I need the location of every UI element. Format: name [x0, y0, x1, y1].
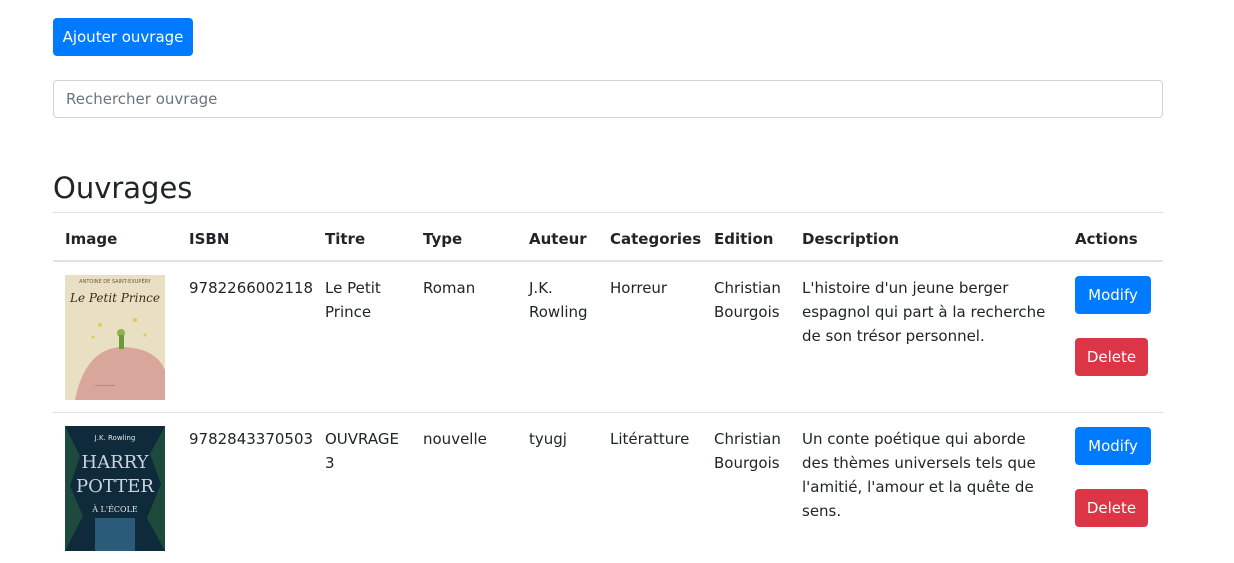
- delete-button[interactable]: Delete: [1075, 337, 1148, 376]
- modify-button[interactable]: Modify: [1075, 426, 1151, 465]
- svg-text:ANTOINE DE SAINT-EXUPÉRY: ANTOINE DE SAINT-EXUPÉRY: [79, 277, 152, 285]
- col-header-description: Description: [790, 212, 1063, 262]
- col-header-type: Type: [411, 212, 517, 262]
- table-header-row: Image ISBN Titre Type Auteur Categories …: [53, 212, 1163, 262]
- cell-description: L'histoire d'un jeune berger espagnol qu…: [790, 260, 1063, 412]
- table-row: ANTOINE DE SAINT-EXUPÉRY Le Petit Prince…: [53, 260, 1163, 412]
- cell-type: Roman: [411, 260, 517, 412]
- svg-text:POTTER: POTTER: [76, 476, 154, 497]
- col-header-image: Image: [53, 212, 177, 262]
- cell-image: ANTOINE DE SAINT-EXUPÉRY Le Petit Prince…: [53, 260, 177, 412]
- cell-titre: OUVRAGE 3: [313, 411, 411, 563]
- col-header-isbn: ISBN: [177, 212, 313, 262]
- cell-image: J.K. Rowling HARRY POTTER À L'ÉCOLE: [53, 411, 177, 563]
- col-header-actions: Actions: [1063, 212, 1163, 262]
- cell-isbn: 9782266002118: [177, 260, 313, 412]
- svg-text:Le Petit Prince: Le Petit Prince: [69, 291, 160, 305]
- col-header-titre: Titre: [313, 212, 411, 262]
- cell-description: Un conte poétique qui aborde des thèmes …: [790, 411, 1063, 563]
- ouvrages-table: Image ISBN Titre Type Auteur Categories …: [53, 212, 1163, 563]
- svg-text:J.K. Rowling: J.K. Rowling: [94, 434, 136, 442]
- book-cover-petit-prince: ANTOINE DE SAINT-EXUPÉRY Le Petit Prince…: [65, 274, 165, 400]
- cell-edition: Christian Bourgois: [702, 260, 790, 412]
- cell-isbn: 9782843370503: [177, 411, 313, 563]
- table-row: J.K. Rowling HARRY POTTER À L'ÉCOLE 9782…: [53, 411, 1163, 563]
- col-header-auteur: Auteur: [517, 212, 598, 262]
- add-ouvrage-button[interactable]: Ajouter ouvrage: [53, 18, 193, 56]
- svg-text:~~~~~~: ~~~~~~: [95, 383, 115, 388]
- cell-categories: Horreur: [598, 260, 702, 412]
- svg-text:HARRY: HARRY: [81, 452, 149, 473]
- cell-auteur: J.K. Rowling: [517, 260, 598, 412]
- col-header-edition: Edition: [702, 212, 790, 262]
- page-title: Ouvrages: [53, 171, 193, 205]
- cell-edition: Christian Bourgois: [702, 411, 790, 563]
- svg-text:À L'ÉCOLE: À L'ÉCOLE: [91, 505, 138, 514]
- delete-button[interactable]: Delete: [1075, 488, 1148, 527]
- cell-actions: Modify Delete: [1063, 260, 1163, 412]
- col-header-categories: Categories: [598, 212, 702, 262]
- cell-auteur: tyugj: [517, 411, 598, 563]
- search-input[interactable]: [53, 80, 1163, 118]
- cell-categories: Litératture: [598, 411, 702, 563]
- cell-actions: Modify Delete: [1063, 411, 1163, 563]
- modify-button[interactable]: Modify: [1075, 275, 1151, 314]
- main-container: Ajouter ouvrage Ouvrages Image ISBN Titr…: [53, 18, 1163, 563]
- cell-type: nouvelle: [411, 411, 517, 563]
- cell-titre: Le Petit Prince: [313, 260, 411, 412]
